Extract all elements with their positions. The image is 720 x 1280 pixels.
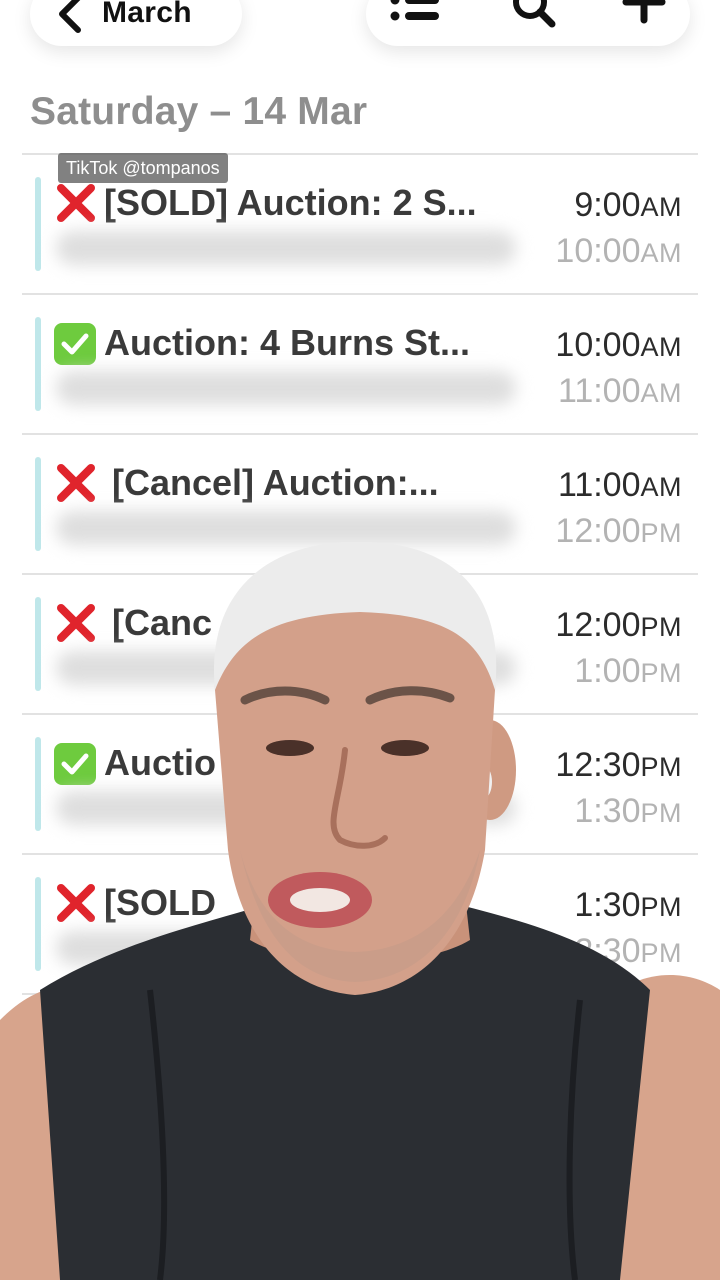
event-end-time: 10:00AM xyxy=(555,232,682,270)
event-start-time: 9:00AM xyxy=(574,186,682,224)
back-label: March xyxy=(102,0,192,29)
cross-mark-icon xyxy=(54,181,98,225)
blurred-location xyxy=(56,231,516,265)
event-title: [SOLD] Auction: 2 S... xyxy=(104,182,477,223)
toolbar-actions xyxy=(366,0,690,46)
event-end-time: 11:00AM xyxy=(557,372,682,410)
presenter-video-overlay xyxy=(0,541,720,1280)
event-row[interactable]: Auction: 4 Burns St... 10:00AM 11:00AM xyxy=(22,295,698,435)
top-nav-bar: March xyxy=(0,0,720,70)
plus-icon[interactable] xyxy=(618,0,672,32)
search-icon[interactable] xyxy=(506,0,560,32)
blurred-location xyxy=(56,371,516,405)
day-header: Saturday – 14 Mar xyxy=(30,90,368,133)
calendar-color-bar xyxy=(35,317,41,411)
event-title: Auction: 4 Burns St... xyxy=(104,322,471,363)
event-start-time: 11:00AM xyxy=(557,466,682,504)
event-start-time: 10:00AM xyxy=(555,326,682,364)
chevron-left-icon xyxy=(59,0,81,33)
check-mark-icon xyxy=(54,323,96,365)
list-icon[interactable] xyxy=(388,0,442,32)
cross-mark-icon xyxy=(54,461,98,505)
calendar-color-bar xyxy=(35,177,41,271)
event-title: [Cancel] Auction:... xyxy=(112,462,439,503)
watermark-label: TikTok @tompanos xyxy=(58,153,228,183)
back-button[interactable]: March xyxy=(30,0,242,46)
